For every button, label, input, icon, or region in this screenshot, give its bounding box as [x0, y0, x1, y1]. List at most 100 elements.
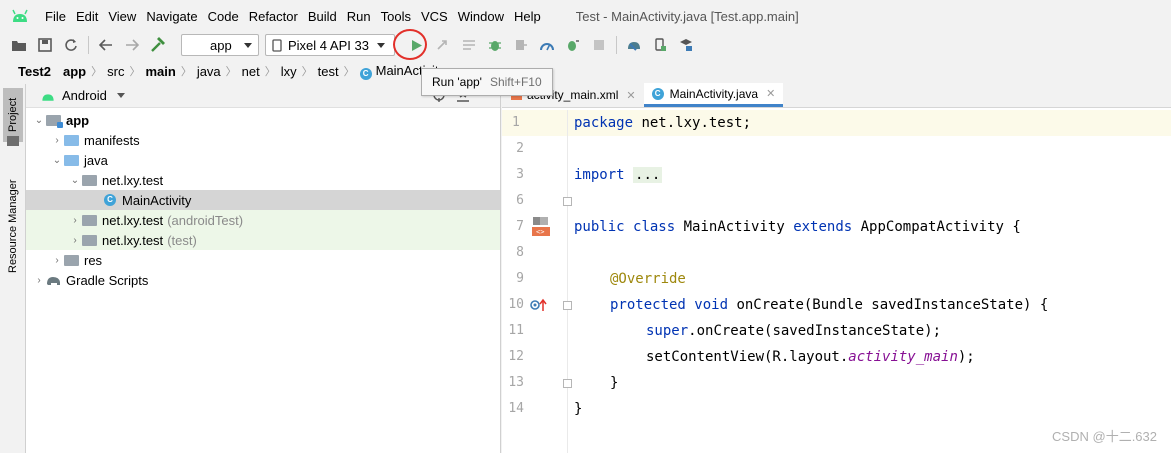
- tree-node-label: Gradle Scripts: [66, 272, 149, 288]
- chevron-down-icon[interactable]: ⌄: [32, 115, 46, 126]
- tree-node-app[interactable]: ⌄ app: [26, 110, 500, 130]
- code-area[interactable]: package net.lxy.test; import ... public …: [568, 110, 1171, 453]
- class-icon: C: [359, 67, 372, 80]
- chevron-down-icon[interactable]: ⌄: [50, 155, 64, 166]
- breadcrumb-item[interactable]: java: [195, 64, 223, 79]
- folded-imports[interactable]: ...: [633, 167, 663, 183]
- code-line: }: [568, 396, 1171, 422]
- tree-node-manifests[interactable]: › manifests: [26, 130, 500, 150]
- watermark: CSDN @十二.632: [1052, 429, 1157, 444]
- code-editor: activity_main.xml ✕ C MainActivity.java …: [502, 83, 1171, 453]
- device-manager-icon[interactable]: [649, 34, 671, 56]
- menu-help[interactable]: Help: [509, 9, 546, 24]
- tree-node-label: net.lxy.test: [102, 232, 164, 248]
- module-folder-icon: [46, 114, 63, 128]
- forward-arrow-icon[interactable]: [121, 34, 143, 56]
- attach-process-icon[interactable]: [562, 34, 584, 56]
- class-icon: C: [104, 194, 116, 206]
- menu-tools[interactable]: Tools: [376, 9, 416, 24]
- breadcrumb-item[interactable]: src: [105, 64, 126, 79]
- window-title: Test - MainActivity.java [Test.app.main]: [575, 8, 799, 24]
- breadcrumb-item[interactable]: Test2: [16, 64, 53, 79]
- chevron-right-icon: 〉: [91, 66, 103, 78]
- code-text: net.lxy.test;: [633, 115, 752, 131]
- chevron-right-icon[interactable]: ›: [68, 235, 82, 246]
- profiler-gauge-icon[interactable]: [536, 34, 558, 56]
- sync-icon[interactable]: [60, 34, 82, 56]
- chevron-right-icon: 〉: [129, 66, 141, 78]
- line-number: 6: [516, 193, 524, 208]
- res-folder-icon: [64, 254, 79, 266]
- menu-window[interactable]: Window: [453, 9, 509, 24]
- menu-code[interactable]: Code: [203, 9, 244, 24]
- attach-debugger-icon[interactable]: [510, 34, 532, 56]
- menu-run[interactable]: Run: [342, 9, 376, 24]
- chevron-right-icon[interactable]: ›: [50, 255, 64, 266]
- menu-edit[interactable]: Edit: [71, 9, 103, 24]
- code-annotation: @Override: [610, 271, 686, 287]
- breadcrumb-item[interactable]: lxy: [279, 64, 299, 79]
- back-arrow-icon[interactable]: [95, 34, 117, 56]
- breadcrumb-item[interactable]: main: [143, 64, 177, 79]
- menu-file[interactable]: File: [40, 9, 71, 24]
- close-icon[interactable]: ✕: [626, 89, 635, 102]
- gradle-elephant-icon: [47, 277, 60, 285]
- close-icon[interactable]: ✕: [766, 87, 775, 100]
- override-method-gutter-icon[interactable]: [530, 298, 548, 312]
- apply-changes-icon[interactable]: [432, 34, 454, 56]
- line-number: 14: [508, 401, 524, 416]
- sdk-manager-icon[interactable]: [675, 34, 697, 56]
- tree-node-java[interactable]: ⌄ java: [26, 150, 500, 170]
- debug-bug-icon[interactable]: [484, 34, 506, 56]
- chevron-right-icon[interactable]: ›: [50, 135, 64, 146]
- menu-build[interactable]: Build: [303, 9, 342, 24]
- chevron-down-icon[interactable]: [116, 93, 125, 98]
- tree-node-package[interactable]: ⌄ net.lxy.test: [26, 170, 500, 190]
- view-mode-label[interactable]: Android: [62, 88, 107, 103]
- chevron-right-icon[interactable]: ›: [32, 275, 46, 286]
- menu-vcs[interactable]: VCS: [416, 9, 453, 24]
- save-icon[interactable]: [34, 34, 56, 56]
- menu-navigate[interactable]: Navigate: [141, 9, 202, 24]
- menu-bar: File Edit View Navigate Code Refactor Bu…: [0, 0, 1171, 32]
- breadcrumb: Test2 app 〉 src 〉 main 〉 java 〉 net 〉 lx…: [0, 60, 1171, 82]
- code-keyword: package: [574, 115, 634, 131]
- open-folder-icon[interactable]: [8, 34, 30, 56]
- tree-node-test[interactable]: › net.lxy.test (test): [26, 230, 500, 250]
- tree-node-gradle-scripts[interactable]: › Gradle Scripts: [26, 270, 500, 290]
- chevron-right-icon[interactable]: ›: [68, 215, 82, 226]
- layout-preview-gutter-icon[interactable]: <>: [531, 216, 551, 238]
- code-text: }: [610, 375, 619, 391]
- resource-manager-tab[interactable]: Resource Manager: [3, 166, 23, 286]
- resource-tab-label: Resource Manager: [7, 179, 19, 273]
- chevron-right-icon: 〉: [343, 66, 355, 78]
- breadcrumb-item[interactable]: app: [61, 64, 88, 79]
- tree-node-res[interactable]: › res: [26, 250, 500, 270]
- sync-gradle-icon[interactable]: [623, 34, 645, 56]
- folder-icon: [7, 136, 19, 146]
- tree-node-android-test[interactable]: › net.lxy.test (androidTest): [26, 210, 500, 230]
- tree-node-mainactivity[interactable]: C MainActivity: [26, 190, 500, 210]
- breadcrumb-item[interactable]: net: [240, 64, 262, 79]
- toolbar-separator: [88, 36, 89, 54]
- code-text: );: [957, 349, 975, 365]
- tab-label: MainActivity.java: [669, 86, 759, 101]
- code-line: @Override: [568, 266, 1171, 292]
- run-app-icon[interactable]: [406, 34, 428, 56]
- chevron-down-icon: [244, 42, 252, 48]
- project-tool-tab[interactable]: Project: [3, 88, 23, 142]
- run-config-combo[interactable]: app: [181, 34, 259, 56]
- tab-main-activity-java[interactable]: C MainActivity.java ✕: [643, 83, 784, 107]
- tree-node-label: net.lxy.test: [102, 212, 164, 228]
- apply-code-changes-icon[interactable]: [458, 34, 480, 56]
- menu-view[interactable]: View: [103, 9, 141, 24]
- code-keyword: import: [574, 167, 625, 183]
- device-combo[interactable]: Pixel 4 API 33: [265, 34, 395, 56]
- hammer-build-icon[interactable]: [147, 34, 169, 56]
- chevron-down-icon[interactable]: ⌄: [68, 175, 82, 186]
- package-icon: [82, 174, 97, 186]
- menu-refactor[interactable]: Refactor: [244, 9, 303, 24]
- breadcrumb-item[interactable]: test: [316, 64, 341, 79]
- stop-icon[interactable]: [588, 34, 610, 56]
- run-tooltip: Run 'app' Shift+F10: [421, 68, 553, 96]
